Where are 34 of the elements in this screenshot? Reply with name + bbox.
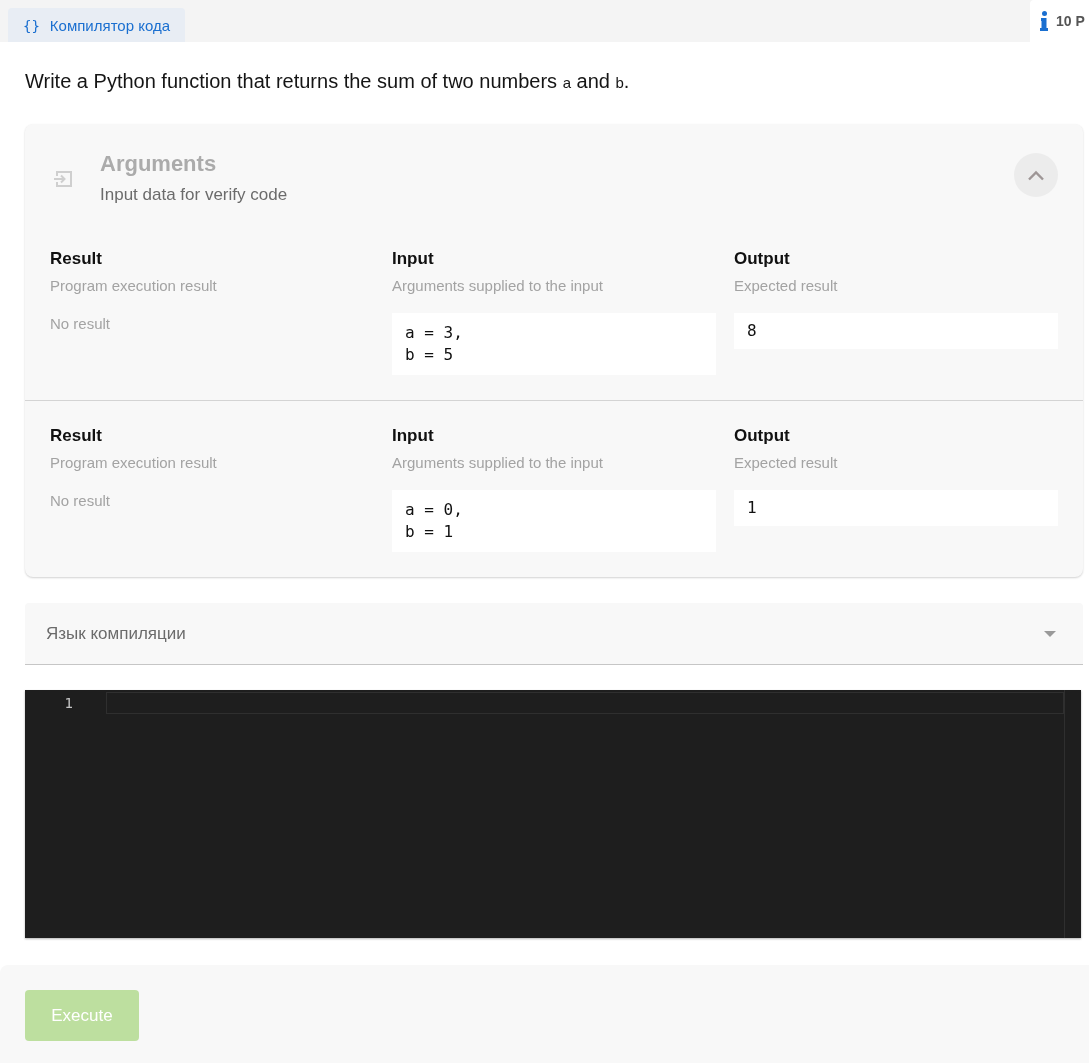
column-title: Result: [50, 248, 102, 270]
arguments-subtitle: Input data for verify code: [100, 184, 288, 206]
task-prompt: Write a Python function that returns the sum of two numbers a and b.: [25, 69, 631, 94]
code-editor[interactable]: 1: [25, 690, 1081, 938]
code-compiler-tab[interactable]: {} Компилятор кода: [8, 8, 186, 42]
language-select[interactable]: Язык компиляции: [25, 603, 1083, 665]
column-hint: Arguments supplied to the input: [392, 453, 603, 473]
column-hint: Expected result: [734, 276, 838, 296]
dropdown-caret-icon: [1044, 630, 1056, 637]
column-hint: Arguments supplied to the input: [392, 276, 603, 296]
select-placeholder: Язык компиляции: [46, 623, 186, 644]
info-tab[interactable]: 10 P: [1030, 0, 1089, 42]
info-icon: [1040, 11, 1048, 31]
tab-label: Компилятор кода: [49, 17, 171, 34]
column-title: Input: [392, 248, 434, 270]
result-text: No result: [50, 314, 111, 334]
column-title: Input: [392, 425, 434, 447]
input-value: a = 3, b = 5: [392, 313, 716, 375]
result-text: No result: [50, 491, 111, 511]
column-hint: Program execution result: [50, 453, 217, 473]
column-title: Result: [50, 425, 102, 447]
output-value: 1: [734, 490, 1058, 526]
column-title: Output: [734, 425, 790, 447]
chevron-up-icon: [1027, 169, 1045, 181]
info-tab-label: 10 P: [1056, 13, 1085, 29]
braces-glyph: {}: [23, 17, 40, 34]
output-value: 8: [734, 313, 1058, 349]
collapse-button[interactable]: [1014, 153, 1058, 197]
column-hint: Expected result: [734, 453, 838, 473]
line-number: 1: [64, 694, 73, 713]
column-hint: Program execution result: [50, 276, 217, 296]
arguments-title: Arguments: [100, 150, 217, 178]
input-value: a = 0, b = 1: [392, 490, 716, 552]
column-title: Output: [734, 248, 790, 270]
